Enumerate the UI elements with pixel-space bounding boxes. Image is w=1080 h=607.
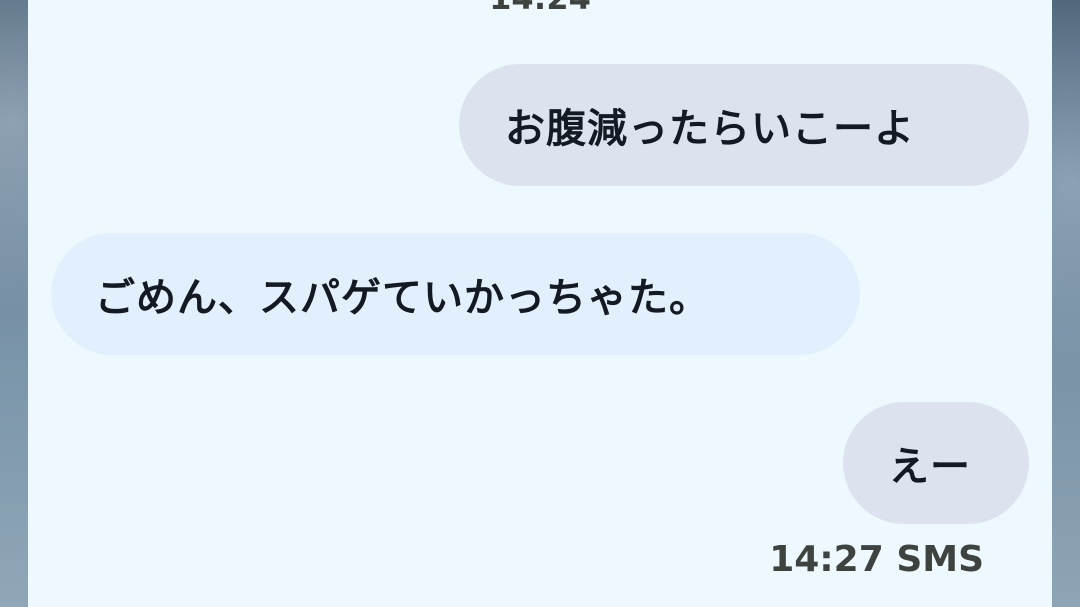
message-meta: 14:27 SMS <box>769 539 984 580</box>
message-text: えー <box>889 444 971 490</box>
incoming-message-bubble[interactable]: ごめん、スパゲていかっちゃた。 <box>51 233 860 355</box>
outgoing-message-bubble[interactable]: えー <box>843 402 1029 524</box>
timestamp: 14:24 <box>28 0 1052 14</box>
background-right <box>1052 0 1080 607</box>
outgoing-message-bubble[interactable]: お腹減ったらいこーよ <box>459 64 1029 186</box>
message-thread[interactable]: 14:24 お腹減ったらいこーよ ごめん、スパゲていかっちゃた。 えー 14:2… <box>28 0 1052 607</box>
message-text: お腹減ったらいこーよ <box>505 106 915 152</box>
background-left <box>0 0 28 607</box>
message-text: ごめん、スパゲていかっちゃた。 <box>95 275 710 321</box>
